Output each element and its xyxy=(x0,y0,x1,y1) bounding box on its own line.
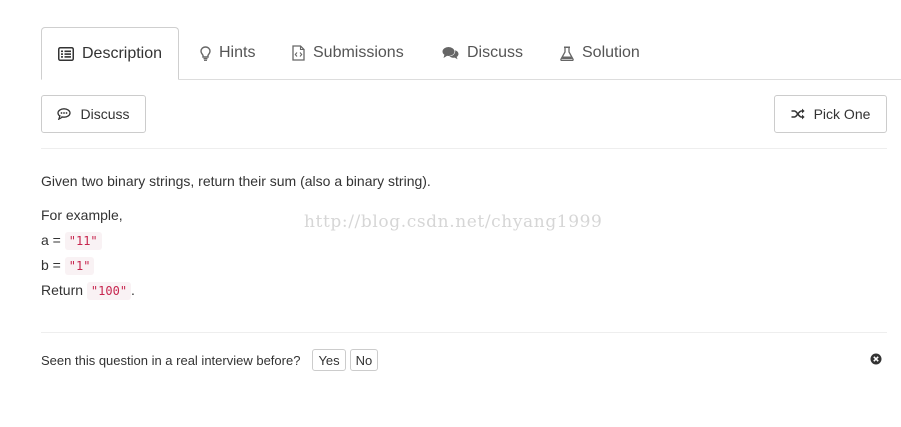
problem-statement: Given two binary strings, return their s… xyxy=(41,173,431,189)
example-return-line: Return "100". xyxy=(41,278,135,303)
example-a-value: "11" xyxy=(64,232,102,250)
tab-description-label: Description xyxy=(82,44,163,62)
shuffle-icon xyxy=(791,108,805,120)
pick-one-button[interactable]: Pick One xyxy=(774,95,887,133)
lightbulb-icon xyxy=(200,45,211,61)
watermark-text: http://blog.csdn.net/chyang1999 xyxy=(304,212,603,232)
list-alt-icon xyxy=(58,46,74,61)
tab-hints[interactable]: Hints xyxy=(200,27,255,79)
comments-icon xyxy=(442,46,459,60)
content-divider-bottom xyxy=(41,332,887,333)
content-divider-top xyxy=(41,148,887,149)
close-icon[interactable] xyxy=(870,352,882,370)
tab-solution[interactable]: Solution xyxy=(560,27,640,79)
tab-discuss-label: Discuss xyxy=(467,44,524,61)
tab-solution-label: Solution xyxy=(582,44,640,61)
no-button[interactable]: No xyxy=(349,349,379,371)
example-b-line: b = "1" xyxy=(41,253,95,278)
file-code-icon xyxy=(292,45,305,61)
problem-tabs: Description Hints Submissions Discuss So… xyxy=(41,27,901,80)
pick-one-button-label: Pick One xyxy=(813,106,871,122)
tab-submissions-label: Submissions xyxy=(313,44,404,61)
example-return-suffix: . xyxy=(131,282,135,298)
example-b-value: "1" xyxy=(64,257,95,275)
tab-submissions[interactable]: Submissions xyxy=(292,27,404,79)
example-a-line: a = "11" xyxy=(41,228,102,253)
discuss-button[interactable]: Discuss xyxy=(41,95,146,133)
flask-icon xyxy=(560,46,574,61)
example-intro: For example, xyxy=(41,207,123,223)
tab-description[interactable]: Description xyxy=(41,27,180,80)
example-return-prefix: Return xyxy=(41,282,87,298)
tab-discuss[interactable]: Discuss xyxy=(442,27,523,79)
example-a-prefix: a = xyxy=(41,232,65,248)
example-return-value: "100" xyxy=(86,282,132,300)
example-b-prefix: b = xyxy=(41,257,65,273)
comment-icon xyxy=(57,108,72,120)
yes-button[interactable]: Yes xyxy=(312,349,346,371)
tab-hints-label: Hints xyxy=(219,44,256,61)
discuss-button-label: Discuss xyxy=(80,106,130,122)
interview-feedback: Seen this question in a real interview b… xyxy=(41,349,379,371)
interview-question-label: Seen this question in a real interview b… xyxy=(41,352,301,368)
